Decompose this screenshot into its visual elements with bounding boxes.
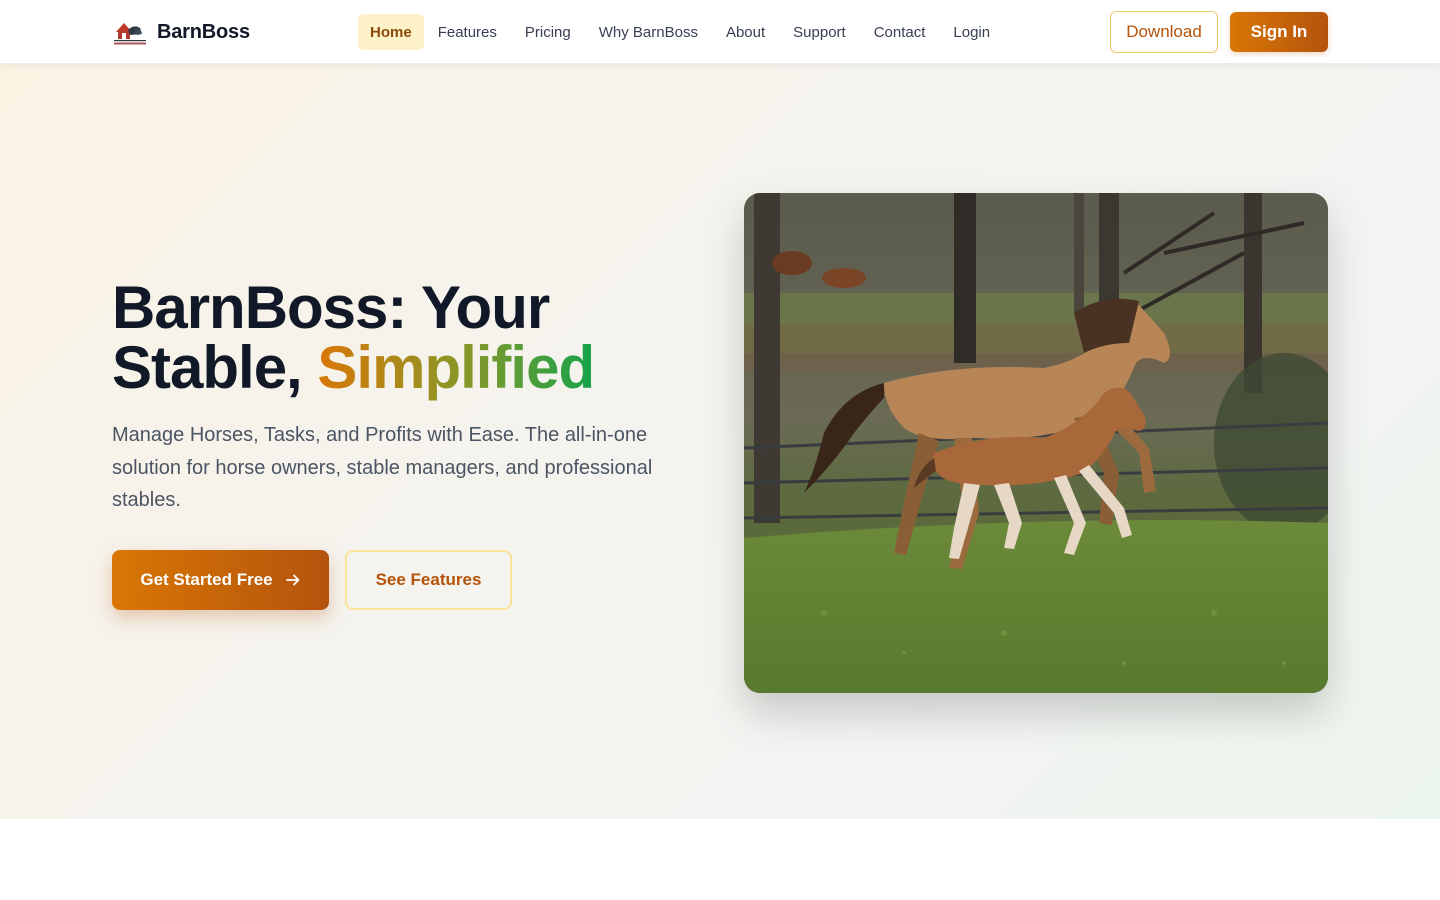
nav-item-login[interactable]: Login: [939, 14, 1004, 50]
hero-title-line1: BarnBoss: Your: [112, 274, 550, 341]
nav-item-pricing[interactable]: Pricing: [511, 14, 585, 50]
hero-section: BarnBoss: Your Stable, Simplified Manage…: [0, 64, 1440, 819]
brand-link[interactable]: BarnBoss: [112, 16, 250, 48]
hero-title-highlight: Simplified: [317, 334, 595, 401]
nav-item-support[interactable]: Support: [779, 14, 860, 50]
top-navbar: BarnBoss Home Features Pricing Why BarnB…: [0, 0, 1440, 64]
nav-item-home[interactable]: Home: [358, 14, 424, 50]
get-started-label: Get Started Free: [140, 570, 273, 589]
nav-item-features[interactable]: Features: [424, 14, 511, 50]
nav-item-contact[interactable]: Contact: [860, 14, 940, 50]
arrow-right-icon: [285, 572, 301, 588]
hero-title: BarnBoss: Your Stable, Simplified: [112, 278, 672, 398]
nav-item-about[interactable]: About: [712, 14, 779, 50]
sign-in-button[interactable]: Sign In: [1230, 12, 1328, 52]
horse-and-foal-photo: [744, 193, 1328, 693]
hero-title-line2-prefix: Stable,: [112, 334, 318, 401]
main-nav: Home Features Pricing Why BarnBoss About…: [358, 14, 1004, 50]
hero-subtitle: Manage Horses, Tasks, and Profits with E…: [112, 424, 653, 511]
nav-item-why-barnboss[interactable]: Why BarnBoss: [585, 14, 712, 50]
see-features-button[interactable]: See Features: [345, 550, 512, 610]
barn-logo-icon: [112, 18, 148, 46]
get-started-button[interactable]: Get Started Free: [112, 550, 329, 610]
download-button[interactable]: Download: [1110, 11, 1218, 53]
brand-name: BarnBoss: [157, 20, 250, 43]
